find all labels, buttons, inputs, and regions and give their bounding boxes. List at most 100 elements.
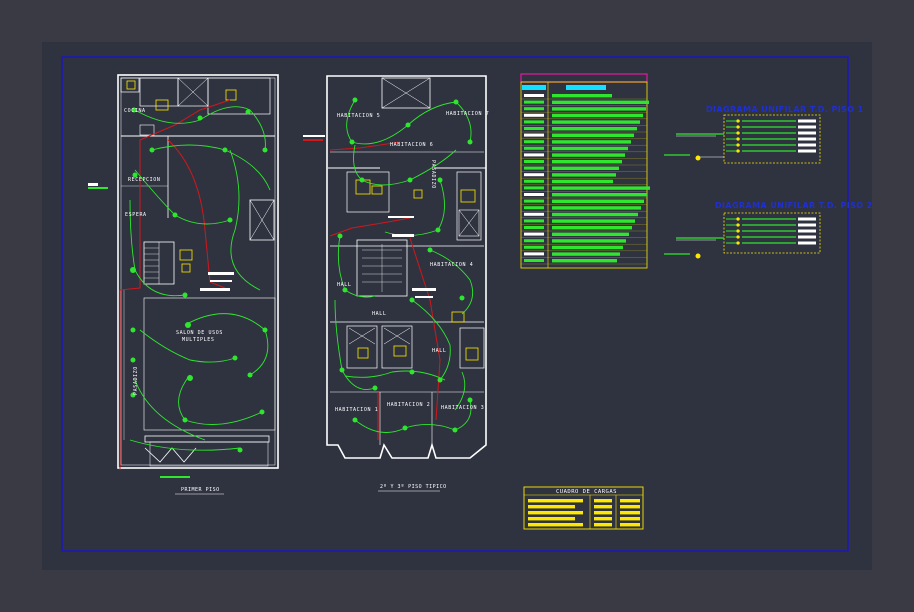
diagram-title-2: DIAGRAMA UNIFILAR T.D. PISO 2	[715, 201, 873, 210]
breaker-icon	[736, 131, 740, 135]
cad-drawing-canvas: COCINA RECEPCION ESPERA SALON DE USOS MU…	[42, 42, 873, 570]
circuit-tag	[798, 143, 816, 147]
legend-description	[552, 193, 647, 197]
legend-symbol	[524, 146, 544, 150]
cuadro-cell	[620, 499, 640, 503]
legend-symbol	[524, 133, 544, 137]
legend-description	[552, 94, 612, 98]
legend-symbol	[524, 179, 544, 183]
room-salon-line1: SALON DE USOS	[176, 330, 223, 336]
breaker-icon	[736, 137, 740, 141]
breaker-icon	[736, 241, 740, 245]
room-hall-right: HALL	[432, 348, 446, 354]
cuadro-cell	[620, 517, 640, 521]
legend-symbol	[524, 193, 544, 196]
breaker-icon	[736, 143, 740, 147]
legend-description	[552, 186, 650, 190]
legend-description	[552, 133, 634, 137]
legend-description	[552, 173, 616, 177]
legend-description	[552, 226, 632, 230]
legend-description	[552, 113, 643, 118]
legend-description	[552, 100, 649, 104]
legend-symbol	[524, 219, 544, 223]
room-habitacion-7: HABITACION 7	[446, 111, 489, 117]
circuit-tag	[798, 235, 816, 239]
legend-symbol	[524, 160, 544, 163]
legend-description	[552, 166, 619, 170]
legend-description	[552, 219, 635, 223]
legend-description	[552, 199, 644, 203]
legend-symbol	[524, 226, 544, 229]
breaker-icon	[736, 235, 740, 239]
legend-description	[552, 120, 640, 124]
legend-symbol	[524, 252, 544, 256]
legend-description	[552, 153, 625, 157]
legend-description	[552, 252, 620, 256]
breaker-icon	[736, 125, 740, 129]
legend-symbol	[524, 212, 544, 216]
legend-description	[552, 232, 629, 236]
cuadro-cell	[620, 511, 640, 515]
legend-description	[552, 206, 641, 210]
breaker-icon	[736, 119, 740, 123]
room-espera: ESPERA	[125, 212, 147, 218]
plan-title-primer-piso: PRIMER PISO	[181, 487, 220, 493]
room-habitacion-1: HABITACION 1	[335, 407, 378, 413]
circuit-tag	[798, 229, 816, 233]
breaker-icon	[736, 223, 740, 227]
circuit-tag	[798, 119, 816, 123]
legend-symbol	[524, 245, 544, 249]
legend-symbol	[524, 206, 544, 210]
room-pasadizo: PASADIZO	[133, 366, 139, 395]
room-salon-line2: MULTIPLES	[182, 337, 215, 343]
room-pasadizo-2: PASADIZO	[430, 160, 436, 189]
room-habitacion-2: HABITACION 2	[387, 402, 430, 408]
cuadro-cell	[594, 523, 612, 527]
cuadro-title: CUADRO DE CARGAS	[556, 489, 617, 495]
diagram-title-1: DIAGRAMA UNIFILAR T.D. PISO 1	[706, 105, 864, 114]
legend-symbol	[524, 94, 544, 97]
legend-description	[552, 140, 631, 144]
cuadro-cell	[620, 523, 640, 527]
legend-symbol	[524, 127, 544, 130]
legend-symbol	[524, 120, 544, 124]
circuit-tag	[798, 149, 816, 153]
circuit-tag	[798, 241, 816, 245]
cuadro-cell	[528, 523, 583, 527]
circuit-tag	[798, 125, 816, 129]
circuit-tag	[798, 217, 816, 221]
room-cocina: COCINA	[124, 108, 146, 114]
circuit-tag	[798, 223, 816, 227]
breaker-icon	[736, 229, 740, 233]
legend-symbol	[524, 153, 544, 157]
legend-description	[552, 239, 626, 243]
room-hall-left: HALL	[337, 282, 351, 288]
legend-symbol	[524, 140, 544, 144]
cuadro-cell	[528, 499, 583, 503]
cuadro-cell	[620, 505, 640, 509]
room-habitacion-3: HABITACION 3	[441, 405, 484, 411]
legend-description	[552, 146, 628, 151]
room-habitacion-4: HABITACION 4	[430, 262, 473, 268]
legend-symbol	[524, 100, 544, 104]
breaker-icon	[736, 217, 740, 221]
room-hall-center: HALL	[372, 311, 386, 317]
legend-description	[552, 160, 622, 164]
legend-symbol	[524, 199, 544, 203]
cuadro-cell	[528, 511, 583, 515]
legend-description	[552, 259, 617, 263]
room-habitacion-6: HABITACION 6	[390, 142, 433, 148]
legend-symbol	[524, 239, 544, 243]
cuadro-cell	[594, 505, 612, 509]
breaker-icon	[736, 149, 740, 153]
plan-title-piso-tipico: 2º Y 3º PISO TIPICO	[380, 484, 447, 490]
legend-symbol	[524, 113, 544, 117]
legend-description	[552, 127, 637, 131]
circuit-tag	[798, 131, 816, 135]
legend-symbol	[524, 173, 544, 177]
legend-symbol	[524, 107, 544, 111]
legend-description	[552, 179, 613, 184]
cuadro-cell	[594, 499, 612, 503]
legend-symbol	[524, 186, 544, 190]
circuit-tag	[798, 137, 816, 141]
